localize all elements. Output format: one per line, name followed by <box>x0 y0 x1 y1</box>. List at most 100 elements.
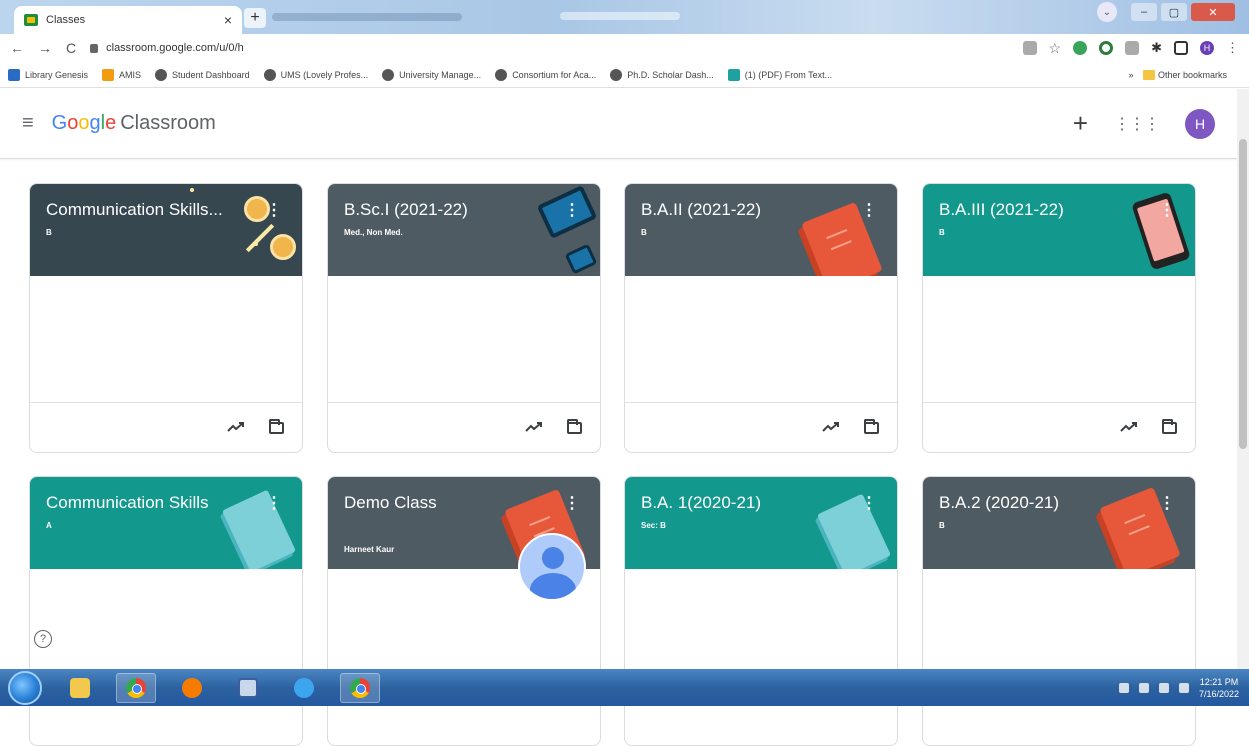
card-header[interactable]: Communication Skills... B ⋮ <box>30 184 302 276</box>
folder-icon <box>1143 69 1156 80</box>
card-body <box>923 276 1195 402</box>
classroom-header: ≡ Google Classroom + ⋮⋮⋮ H <box>0 89 1237 159</box>
class-card[interactable]: B.A.III (2021-22) B ⋮ <box>922 183 1196 453</box>
taskbar-chrome-2[interactable] <box>340 672 380 703</box>
gradebook-trend-icon[interactable] <box>525 420 543 436</box>
add-class-button[interactable]: + <box>1073 108 1088 139</box>
class-title[interactable]: B.A.II (2021-22) <box>641 200 851 220</box>
card-header[interactable]: B.A.2 (2020-21) B ⋮ <box>923 477 1195 569</box>
lock-icon <box>90 43 99 53</box>
card-more-options-icon[interactable]: ⋮ <box>564 200 580 220</box>
card-more-options-icon[interactable]: ⋮ <box>1159 200 1175 220</box>
profile-avatar[interactable]: H <box>1200 41 1214 55</box>
new-tab-button[interactable]: + <box>244 8 266 28</box>
drive-folder-icon[interactable] <box>567 418 582 434</box>
gradebook-trend-icon[interactable] <box>822 420 840 436</box>
card-more-options-icon[interactable]: ⋮ <box>1159 493 1175 513</box>
flag-icon[interactable] <box>1158 682 1169 693</box>
class-title[interactable]: B.A.2 (2020-21) <box>939 493 1149 513</box>
chevron-down-icon[interactable]: ⌄ <box>1097 2 1117 22</box>
card-more-options-icon[interactable]: ⋮ <box>266 493 282 513</box>
google-apps-icon[interactable]: ⋮⋮⋮ <box>1114 114 1160 134</box>
taskbar-media-player[interactable] <box>172 673 212 703</box>
bookmarks-bar: Library Genesis AMIS Student Dashboard U… <box>0 62 1249 88</box>
card-more-options-icon[interactable]: ⋮ <box>564 493 580 513</box>
class-title[interactable]: B.A. 1(2020-21) <box>641 493 851 513</box>
volume-icon[interactable] <box>1178 682 1189 693</box>
bookmark-item[interactable]: Student Dashboard <box>155 68 250 81</box>
class-title[interactable]: Demo Class <box>344 493 554 513</box>
bookmark-star-icon[interactable]: ☆ <box>1049 40 1062 57</box>
extension-g-icon[interactable] <box>1073 41 1088 55</box>
class-title[interactable]: B.Sc.I (2021-22) <box>344 200 554 220</box>
taskbar-explorer[interactable] <box>60 673 100 703</box>
network-icon[interactable] <box>1138 682 1149 693</box>
minimize-button[interactable]: – <box>1131 3 1157 21</box>
url-field[interactable]: classroom.google.com/u/0/h <box>90 42 1022 54</box>
taskbar-chrome[interactable] <box>116 672 156 703</box>
maximize-button[interactable]: ▢ <box>1161 3 1187 21</box>
globe-icon <box>382 68 395 81</box>
clock[interactable]: 12:21 PM 7/16/2022 <box>1199 676 1239 700</box>
other-bookmarks[interactable]: Other bookmarks <box>1143 69 1227 80</box>
bookmark-item[interactable]: Ph.D. Scholar Dash... <box>610 68 714 81</box>
bookmark-icon <box>8 68 20 81</box>
card-header[interactable]: B.Sc.I (2021-22) Med., Non Med. ⋮ <box>328 184 600 276</box>
taskbar-ie[interactable] <box>284 673 324 703</box>
class-title[interactable]: Communication Skills <box>46 493 256 513</box>
tab-classes[interactable]: Classes × <box>14 6 242 34</box>
teacher-avatar[interactable] <box>518 533 586 601</box>
bookmark-item[interactable]: Consortium for Aca... <box>495 68 596 81</box>
google-logo[interactable]: Google <box>52 112 117 135</box>
start-button[interactable] <box>8 670 42 705</box>
help-icon[interactable]: ? <box>34 630 52 648</box>
gradebook-trend-icon[interactable] <box>1120 420 1138 436</box>
extension-o-icon[interactable] <box>1099 41 1114 55</box>
tray-arrow-icon[interactable] <box>1118 682 1129 693</box>
extension-gray-icon[interactable] <box>1125 41 1140 55</box>
card-header[interactable]: B.A.III (2021-22) B ⋮ <box>923 184 1195 276</box>
drive-folder-icon[interactable] <box>269 418 284 434</box>
class-section: B <box>641 228 647 237</box>
card-header[interactable]: B.A.II (2021-22) B ⋮ <box>625 184 897 276</box>
bookmarks-right: » Other bookmarks <box>1128 69 1241 80</box>
card-more-options-icon[interactable]: ⋮ <box>861 200 877 220</box>
scroll-thumb[interactable] <box>1239 139 1247 449</box>
class-section: Sec: B <box>641 521 666 530</box>
bookmark-item[interactable]: UMS (Lovely Profes... <box>263 68 368 81</box>
card-more-options-icon[interactable]: ⋮ <box>266 200 282 220</box>
bookmark-item[interactable]: AMIS <box>102 68 141 81</box>
drive-folder-icon[interactable] <box>1162 418 1177 434</box>
card-header[interactable]: B.A. 1(2020-21) Sec: B ⋮ <box>625 477 897 569</box>
class-title[interactable]: Communication Skills... <box>46 200 256 220</box>
class-title[interactable]: B.A.III (2021-22) <box>939 200 1149 220</box>
taskbar-document[interactable] <box>228 673 268 703</box>
drive-folder-icon[interactable] <box>864 418 879 434</box>
card-more-options-icon[interactable]: ⋮ <box>861 493 877 513</box>
reload-button[interactable]: C <box>66 40 76 56</box>
globe-icon <box>155 68 168 81</box>
product-name[interactable]: Classroom <box>120 112 216 135</box>
forward-button[interactable]: → <box>38 40 52 56</box>
main-menu-icon[interactable]: ≡ <box>22 112 34 135</box>
bookmark-item[interactable]: Library Genesis <box>8 68 88 81</box>
extensions-puzzle-icon[interactable]: ✱ <box>1151 40 1162 56</box>
back-button[interactable]: ← <box>10 40 24 56</box>
bookmarks-overflow-button[interactable]: » <box>1128 70 1133 80</box>
gradebook-trend-icon[interactable] <box>227 420 245 436</box>
more-menu-icon[interactable]: ⋮ <box>1226 40 1239 56</box>
close-window-button[interactable]: ✕ <box>1191 3 1235 21</box>
close-tab-icon[interactable]: × <box>224 12 232 28</box>
page-scrollbar[interactable] <box>1237 89 1249 669</box>
account-avatar[interactable]: H <box>1185 108 1215 139</box>
bookmark-item[interactable]: University Manage... <box>382 68 481 81</box>
side-panel-icon[interactable] <box>1174 41 1188 55</box>
class-card[interactable]: Communication Skills... B ⋮ <box>29 183 303 453</box>
class-card[interactable]: B.A.II (2021-22) B ⋮ <box>624 183 898 453</box>
chrome-icon <box>350 677 370 698</box>
card-header[interactable]: Communication Skills A ⋮ <box>30 477 302 569</box>
card-footer <box>625 402 897 452</box>
bookmark-item[interactable]: (1) (PDF) From Text... <box>727 68 832 81</box>
share-icon[interactable] <box>1022 41 1037 55</box>
class-card[interactable]: B.Sc.I (2021-22) Med., Non Med. ⋮ <box>327 183 601 453</box>
